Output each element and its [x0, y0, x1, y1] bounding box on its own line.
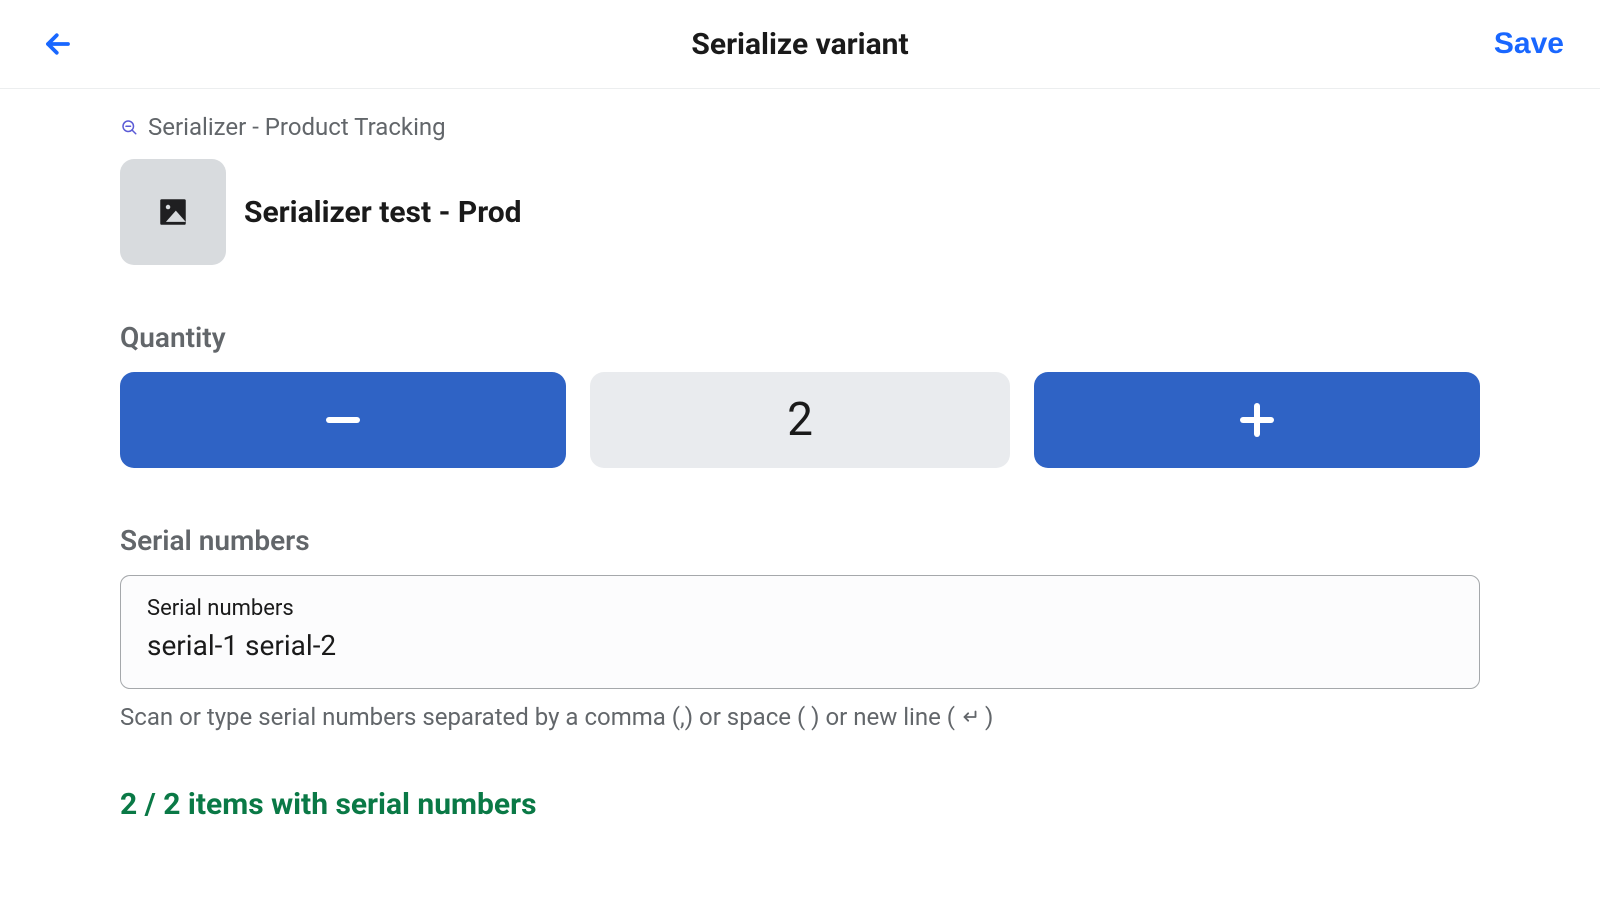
return-icon [959, 706, 981, 728]
serial-numbers-field[interactable]: Serial numbers [120, 575, 1480, 689]
hint-prefix: Scan or type serial numbers separated by… [120, 703, 955, 731]
quantity-value: 2 [590, 372, 1010, 468]
serial-hint: Scan or type serial numbers separated by… [120, 703, 1480, 731]
serials-label: Serial numbers [120, 524, 1480, 557]
breadcrumb: Serializer - Product Tracking [120, 113, 1480, 141]
app-icon [120, 118, 138, 136]
page-title: Serialize variant [691, 27, 908, 62]
summary-status: 2 / 2 items with serial numbers [120, 787, 1480, 822]
hint-suffix: ) [985, 703, 993, 731]
breadcrumb-text: Serializer - Product Tracking [148, 113, 446, 141]
decrement-button[interactable] [120, 372, 566, 468]
product-row: Serializer test - Prod [120, 159, 1480, 265]
plus-icon [1233, 396, 1281, 444]
content: Serializer - Product Tracking Serializer… [0, 89, 1600, 822]
serial-input[interactable] [147, 629, 1453, 662]
quantity-label: Quantity [120, 321, 1480, 354]
minus-icon [319, 396, 367, 444]
back-button[interactable] [36, 22, 80, 66]
product-title: Serializer test - Prod [244, 195, 522, 230]
serial-input-label: Serial numbers [147, 596, 1453, 621]
header: Serialize variant Save [0, 0, 1600, 89]
image-icon [156, 195, 190, 229]
increment-button[interactable] [1034, 372, 1480, 468]
save-button[interactable]: Save [1494, 27, 1564, 61]
product-thumbnail [120, 159, 226, 265]
arrow-left-icon [43, 29, 73, 59]
quantity-stepper: 2 [120, 372, 1480, 468]
